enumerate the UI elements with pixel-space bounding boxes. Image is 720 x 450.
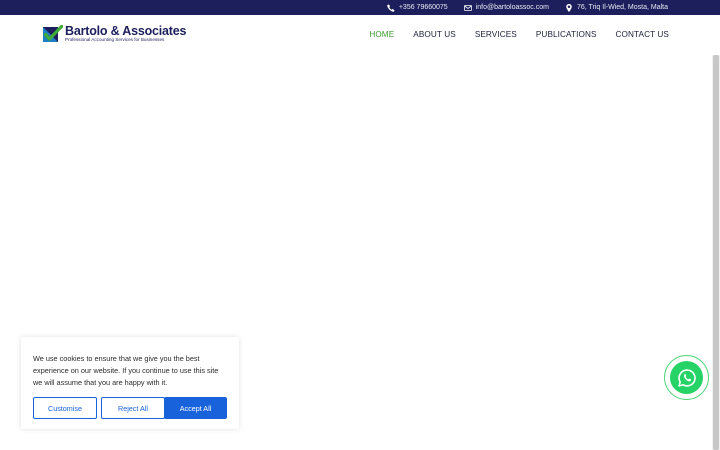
page-scrollbar[interactable] xyxy=(712,55,720,450)
nav-contact-us[interactable]: CONTACT US xyxy=(616,30,669,39)
site-header: Bartolo & Associates Professional Accoun… xyxy=(0,15,720,55)
whatsapp-icon xyxy=(677,368,696,387)
nav-home[interactable]: HOME xyxy=(369,30,394,39)
topbar-email[interactable]: info@bartoloassoc.com xyxy=(463,4,549,12)
accept-all-button[interactable]: Accept All xyxy=(164,397,227,419)
reject-all-button[interactable]: Reject All xyxy=(101,397,165,419)
topbar-phone[interactable]: +356 79660075 xyxy=(387,3,448,12)
whatsapp-button[interactable] xyxy=(664,355,709,400)
topbar-email-text: info@bartoloassoc.com xyxy=(475,4,549,11)
cookie-message: We use cookies to ensure that we give yo… xyxy=(33,354,219,387)
main-nav: HOME ABOUT US SERVICES PUBLICATIONS CONT… xyxy=(369,30,669,39)
logo-tagline: Professional Accounting Services for Bus… xyxy=(65,37,165,42)
whatsapp-button-inner xyxy=(670,361,703,394)
topbar-address-text: 76, Triq Il-Wied, Mosta, Malta xyxy=(576,4,668,11)
nav-publications[interactable]: PUBLICATIONS xyxy=(536,30,597,39)
scrollbar-thumb[interactable] xyxy=(713,55,719,450)
site-logo[interactable]: Bartolo & Associates Professional Accoun… xyxy=(43,25,186,43)
map-pin-icon xyxy=(565,3,573,12)
top-contact-bar: +356 79660075 info@bartoloassoc.com 76, … xyxy=(0,0,720,15)
phone-icon xyxy=(387,3,395,12)
cookie-consent-banner: We use cookies to ensure that we give yo… xyxy=(21,337,239,429)
checkmark-logo-icon xyxy=(43,25,63,42)
customise-button[interactable]: Customise xyxy=(33,397,97,419)
topbar-address: 76, Triq Il-Wied, Mosta, Malta xyxy=(565,3,668,12)
nav-services[interactable]: SERVICES xyxy=(475,30,517,39)
nav-about-us[interactable]: ABOUT US xyxy=(413,30,456,39)
logo-name: Bartolo & Associates xyxy=(65,24,187,38)
topbar-phone-text: +356 79660075 xyxy=(398,4,448,11)
envelope-icon xyxy=(463,4,472,12)
